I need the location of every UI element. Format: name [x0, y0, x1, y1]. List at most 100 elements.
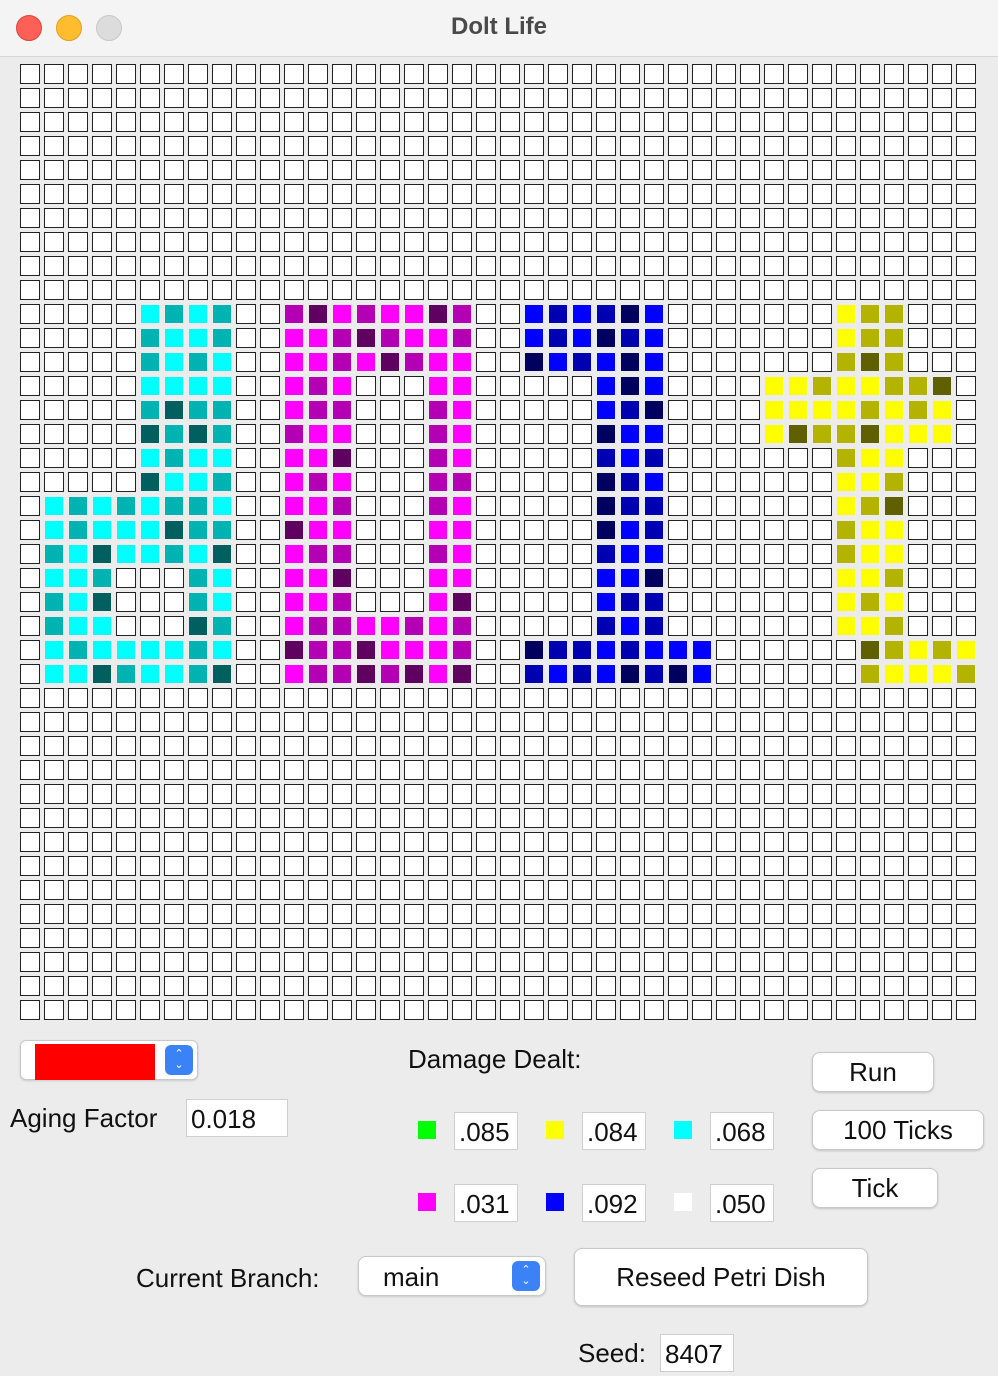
grid-cell[interactable]: [140, 592, 160, 612]
grid-cell[interactable]: [860, 184, 880, 204]
grid-cell[interactable]: [956, 760, 976, 780]
grid-cell[interactable]: [404, 688, 424, 708]
grid-cell[interactable]: [524, 736, 544, 756]
grid-cell[interactable]: [740, 832, 760, 852]
grid-cell[interactable]: [500, 160, 520, 180]
grid-cell[interactable]: [836, 232, 856, 252]
grid-cell[interactable]: [140, 208, 160, 228]
grid-cell[interactable]: [500, 352, 520, 372]
grid-cell[interactable]: [380, 688, 400, 708]
grid-cell[interactable]: [812, 304, 832, 324]
grid-cell[interactable]: [548, 184, 568, 204]
grid-cell[interactable]: [405, 305, 423, 323]
grid-cell[interactable]: [284, 88, 304, 108]
grid-cell[interactable]: [140, 976, 160, 996]
grid-cell[interactable]: [548, 496, 568, 516]
grid-cell[interactable]: [621, 497, 639, 515]
grid-cell[interactable]: [452, 880, 472, 900]
grid-cell[interactable]: [404, 760, 424, 780]
grid-cell[interactable]: [740, 712, 760, 732]
grid-cell[interactable]: [644, 928, 664, 948]
grid-cell[interactable]: [621, 377, 639, 395]
grid-cell[interactable]: [285, 545, 303, 563]
grid-cell[interactable]: [645, 545, 663, 563]
grid-cell[interactable]: [908, 448, 928, 468]
grid-cell[interactable]: [165, 305, 183, 323]
grid-cell[interactable]: [861, 593, 879, 611]
grid-cell[interactable]: [68, 832, 88, 852]
grid-cell[interactable]: [381, 305, 399, 323]
grid-cell[interactable]: [549, 353, 567, 371]
grid-cell[interactable]: [20, 904, 40, 924]
grid-cell[interactable]: [812, 328, 832, 348]
grid-cell[interactable]: [165, 497, 183, 515]
grid-cell[interactable]: [284, 712, 304, 732]
grid-cell[interactable]: [404, 976, 424, 996]
grid-cell[interactable]: [788, 304, 808, 324]
grid-cell[interactable]: [476, 448, 496, 468]
grid-cell[interactable]: [213, 377, 231, 395]
grid-cell[interactable]: [284, 256, 304, 276]
grid-cell[interactable]: [333, 545, 351, 563]
grid-cell[interactable]: [189, 617, 207, 635]
grid-cell[interactable]: [333, 473, 351, 491]
grid-cell[interactable]: [212, 280, 232, 300]
grid-cell[interactable]: [140, 112, 160, 132]
grid-cell[interactable]: [788, 280, 808, 300]
grid-cell[interactable]: [356, 952, 376, 972]
grid-cell[interactable]: [932, 976, 952, 996]
grid-cell[interactable]: [956, 904, 976, 924]
grid-cell[interactable]: [860, 712, 880, 732]
grid-cell[interactable]: [141, 545, 159, 563]
grid-cell[interactable]: [884, 928, 904, 948]
grid-cell[interactable]: [117, 545, 135, 563]
grid-cell[interactable]: [692, 544, 712, 564]
grid-cell[interactable]: [932, 736, 952, 756]
grid-cell[interactable]: [884, 904, 904, 924]
grid-cell[interactable]: [429, 593, 447, 611]
grid-cell[interactable]: [428, 856, 448, 876]
grid-cell[interactable]: [260, 880, 280, 900]
grid-cell[interactable]: [669, 665, 687, 683]
grid-cell[interactable]: [356, 184, 376, 204]
grid-cell[interactable]: [236, 784, 256, 804]
grid-cell[interactable]: [260, 976, 280, 996]
grid-cell[interactable]: [357, 353, 375, 371]
grid-cell[interactable]: [476, 208, 496, 228]
grid-cell[interactable]: [932, 952, 952, 972]
grid-cell[interactable]: [356, 880, 376, 900]
grid-cell[interactable]: [764, 664, 784, 684]
grid-cell[interactable]: [260, 424, 280, 444]
grid-cell[interactable]: [764, 760, 784, 780]
grid-cell[interactable]: [788, 112, 808, 132]
grid-cell[interactable]: [860, 856, 880, 876]
grid-cell[interactable]: [380, 880, 400, 900]
grid-cell[interactable]: [716, 688, 736, 708]
grid-cell[interactable]: [645, 569, 663, 587]
grid-cell[interactable]: [956, 280, 976, 300]
grid-cell[interactable]: [452, 784, 472, 804]
grid-cell[interactable]: [116, 424, 136, 444]
grid-cell[interactable]: [933, 401, 951, 419]
grid-cell[interactable]: [20, 376, 40, 396]
grid-cell[interactable]: [716, 976, 736, 996]
grid-cell[interactable]: [764, 304, 784, 324]
grid-cell[interactable]: [525, 305, 543, 323]
grid-cell[interactable]: [140, 712, 160, 732]
grid-cell[interactable]: [812, 112, 832, 132]
grid-cell[interactable]: [596, 928, 616, 948]
grid-cell[interactable]: [428, 952, 448, 972]
grid-cell[interactable]: [764, 280, 784, 300]
grid-cell[interactable]: [908, 760, 928, 780]
grid-cell[interactable]: [668, 904, 688, 924]
grid-cell[interactable]: [236, 592, 256, 612]
grid-cell[interactable]: [164, 592, 184, 612]
grid-cell[interactable]: [740, 520, 760, 540]
grid-cell[interactable]: [20, 520, 40, 540]
grid-cell[interactable]: [404, 520, 424, 540]
grid-cell[interactable]: [404, 1000, 424, 1020]
grid-cell[interactable]: [620, 160, 640, 180]
grid-cell[interactable]: [213, 353, 231, 371]
grid-cell[interactable]: [92, 760, 112, 780]
grid-cell[interactable]: [69, 593, 87, 611]
